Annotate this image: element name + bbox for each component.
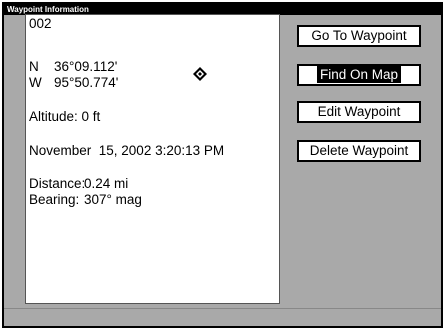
bottom-status-strip <box>4 308 441 326</box>
edit-waypoint-label: Edit Waypoint <box>317 104 401 119</box>
edit-waypoint-button[interactable]: Edit Waypoint <box>297 101 421 123</box>
latitude-value: 36°09.112' <box>54 59 118 74</box>
waypoint-info-panel: 002 N 36°09.112' W 95°50.774' Altitude: … <box>25 14 280 304</box>
waypoint-name: 002 <box>29 16 52 31</box>
altitude-text: Altitude: 0 ft <box>29 109 101 124</box>
bearing-value: 307° mag <box>84 192 142 207</box>
go-to-waypoint-label: Go To Waypoint <box>311 28 407 43</box>
waypoint-diamond-icon <box>193 67 207 81</box>
longitude-value: 95°50.774' <box>54 75 119 90</box>
go-to-waypoint-button[interactable]: Go To Waypoint <box>297 25 421 47</box>
latitude-hemisphere: N <box>29 59 39 74</box>
delete-waypoint-button[interactable]: Delete Waypoint <box>297 140 421 162</box>
delete-waypoint-label: Delete Waypoint <box>309 143 409 158</box>
bearing-label: Bearing: <box>29 192 80 207</box>
distance-value: 0.24 mi <box>84 176 129 191</box>
find-on-map-label: Find On Map <box>316 66 402 83</box>
datetime-text: November 15, 2002 3:20:13 PM <box>29 143 225 158</box>
longitude-hemisphere: W <box>29 75 42 90</box>
find-on-map-button[interactable]: Find On Map <box>297 64 421 86</box>
waypoint-information-window: Waypoint Information 002 N 36°09.112' W … <box>2 2 443 328</box>
distance-label: Distance: <box>29 176 86 191</box>
